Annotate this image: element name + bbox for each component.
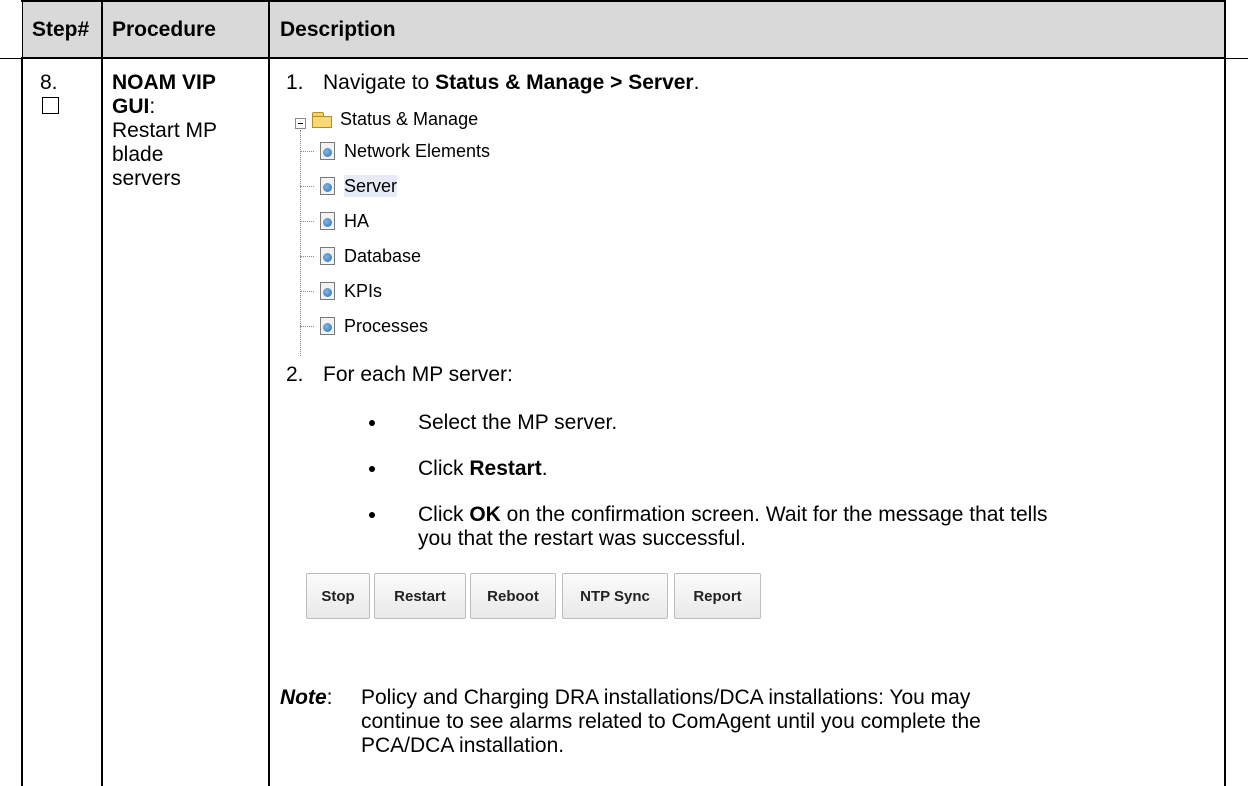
bullet-icon [369, 512, 375, 518]
table-border-right [1224, 0, 1226, 786]
tree-branch [300, 186, 314, 187]
tree-item-kpis[interactable]: KPIs [318, 280, 382, 302]
table-border-top-line [21, 0, 1226, 2]
page-icon [318, 211, 338, 231]
report-button[interactable]: Report [674, 573, 761, 619]
bullet-click-ok: Click OK on the confirmation screen. Wai… [418, 503, 1048, 526]
tree-branch [300, 291, 314, 292]
bullet-click-restart: Click Restart. [418, 457, 548, 480]
tree-branch [300, 151, 314, 152]
column-divider-procedure [268, 0, 270, 786]
procedure-text-line2: blade [112, 143, 164, 166]
header-step: Step# [32, 18, 90, 41]
step2-number: 2. [286, 363, 304, 386]
tree-item-ha[interactable]: HA [318, 210, 369, 232]
reboot-button[interactable]: Reboot [470, 573, 556, 619]
collapse-icon[interactable] [295, 118, 306, 129]
stop-button[interactable]: Stop [306, 573, 370, 619]
header-description: Description [280, 18, 396, 41]
column-divider-step [101, 0, 103, 786]
note-label: Note: [280, 686, 333, 709]
restart-button[interactable]: Restart [374, 573, 466, 619]
procedure-title-line1: NOAM VIP [112, 71, 216, 94]
page-icon [318, 176, 338, 196]
step1-text: Navigate to Status & Manage > Server. [323, 71, 700, 94]
ntp-sync-button[interactable]: NTP Sync [562, 573, 668, 619]
note-line2: continue to see alarms related to ComAge… [361, 710, 981, 733]
tree-item-database[interactable]: Database [318, 245, 421, 267]
page-icon [318, 281, 338, 301]
note-line1: Policy and Charging DRA installations/DC… [361, 686, 971, 709]
tree-branch [300, 221, 314, 222]
tree-branch [300, 326, 314, 327]
tree-item-server[interactable]: Server [318, 175, 398, 197]
navigation-tree: Status & Manage Network Elements Server … [290, 108, 650, 358]
header-right-margin [1226, 0, 1248, 58]
tree-branch [300, 256, 314, 257]
note-line3: PCA/DCA installation. [361, 734, 565, 757]
tree-item-processes[interactable]: Processes [318, 315, 428, 337]
tree-connector [300, 130, 301, 356]
step2-text: For each MP server: [323, 363, 513, 386]
page-icon [318, 316, 338, 336]
bullet-click-ok-line2: you that the restart was successful. [418, 527, 746, 550]
header-procedure: Procedure [112, 18, 216, 41]
table-header-bottom-line [21, 57, 1226, 59]
bullet-icon [369, 420, 375, 426]
procedure-text-line3: servers [112, 167, 181, 190]
tree-item-network-elements[interactable]: Network Elements [318, 140, 490, 162]
step-number: 8. [40, 71, 58, 94]
bullet-icon [369, 466, 375, 472]
tree-root-status-manage[interactable]: Status & Manage [340, 108, 478, 130]
header-left-margin [0, 0, 22, 58]
step1-number: 1. [286, 71, 304, 94]
page-icon [318, 141, 338, 161]
folder-icon [312, 112, 334, 128]
procedure-title-line2: GUI: [112, 95, 156, 118]
bullet-select-server: Select the MP server. [418, 411, 618, 434]
table-border-left [21, 0, 23, 786]
step-checkbox[interactable] [42, 97, 59, 114]
procedure-text-line1: Restart MP [112, 119, 218, 142]
page-icon [318, 246, 338, 266]
